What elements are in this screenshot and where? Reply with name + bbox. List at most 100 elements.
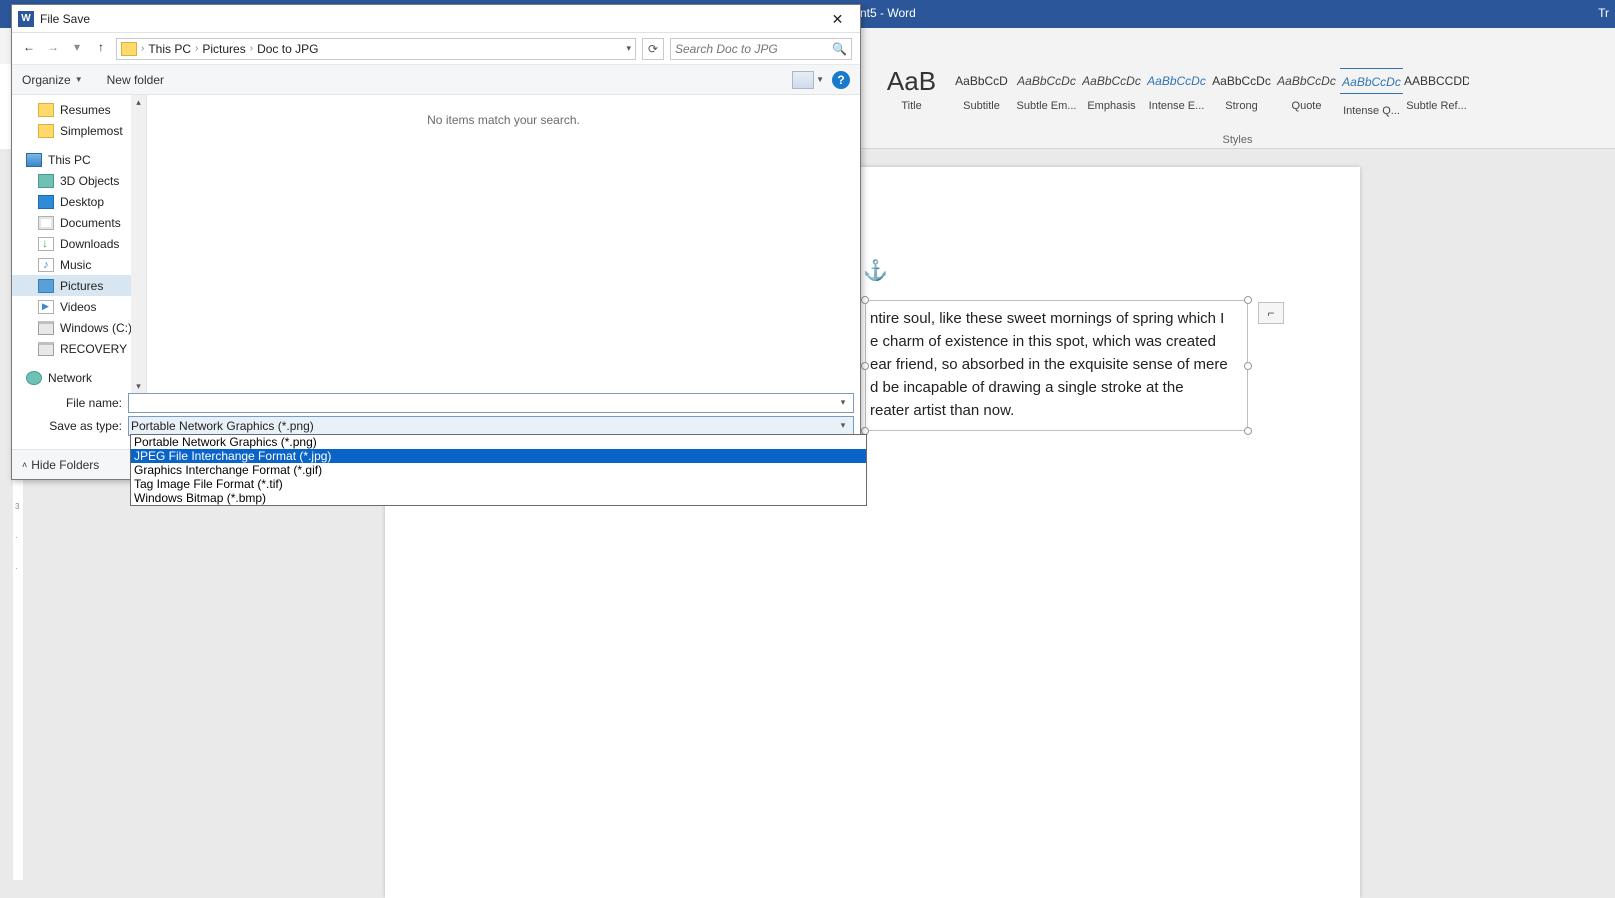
chevron-down-icon[interactable]: ▾ [835,420,851,431]
tree-item-this-pc[interactable]: This PC [12,149,146,170]
resize-handle[interactable] [1244,296,1252,304]
new-folder-label: New folder [107,73,164,87]
tree-item-3d-objects[interactable]: 3D Objects [12,170,146,191]
style-subtitle[interactable]: AaBbCcDSubtitle [949,68,1014,117]
breadcrumb[interactable]: This PC [148,42,191,56]
down-icon [38,237,54,251]
chevron-down-icon: ▼ [75,75,83,84]
drive-icon [38,342,54,356]
tree-item-documents[interactable]: Documents [12,212,146,233]
tree-item-label: Videos [60,300,96,314]
pc-icon [26,153,42,167]
tree-item-label: 3D Objects [60,174,119,188]
type-option[interactable]: Windows Bitmap (*.bmp) [131,491,866,505]
navigation-tree[interactable]: Resumes Simplemost This PC 3D Objects Deskto… [12,95,147,393]
resize-handle[interactable] [1244,362,1252,370]
hide-folders-button[interactable]: Hide Folders [31,458,99,472]
saveastype-label: Save as type: [18,419,128,433]
filename-label: File name: [18,396,128,410]
frame-text: ntire soul, like these sweet mornings of… [866,301,1247,426]
search-input[interactable] [675,42,832,56]
filename-input[interactable] [131,396,835,410]
chevron-right-icon: › [195,43,198,54]
folder-icon [38,103,54,117]
tree-item-videos[interactable]: Videos [12,296,146,317]
view-button[interactable] [792,71,814,89]
address-bar[interactable]: › This PC › Pictures › Doc to JPG ▾ [116,38,636,60]
pics-icon [38,279,54,293]
resize-handle[interactable] [861,296,869,304]
styles-gallery: AaBTitleAaBbCcDSubtitleAaBbCcDcSubtle Em… [860,64,1615,149]
tree-item-label: This PC [48,153,91,167]
tree-item-music[interactable]: ♪Music [12,254,146,275]
style-name: Subtle Em... [1014,100,1079,112]
dialog-body: Resumes Simplemost This PC 3D Objects Deskto… [12,95,860,393]
tree-item-simplemost[interactable]: Simplemost [12,120,146,141]
breadcrumb[interactable]: Doc to JPG [257,42,318,56]
3d-icon [38,174,54,188]
tree-item-label: Pictures [60,279,103,293]
folder-icon [121,42,137,56]
style-preview: AaBbCcDc [1340,68,1403,94]
dialog-toolbar: Organize ▼ New folder ▼ ? [12,65,860,95]
chevron-down-icon[interactable]: ▼ [816,75,824,84]
type-option[interactable]: Portable Network Graphics (*.png) [131,435,866,449]
type-option[interactable]: Tag Image File Format (*.tif) [131,477,866,491]
tree-item-label: Desktop [60,195,104,209]
saveastype-dropdown[interactable]: Portable Network Graphics (*.png)JPEG Fi… [130,434,867,506]
organize-button[interactable]: Organize ▼ [22,73,83,87]
chevron-down-icon[interactable]: ▾ [835,397,851,408]
word-icon: W [18,11,34,27]
search-box[interactable]: 🔍 [670,38,852,60]
chevron-right-icon: › [141,43,144,54]
tree-item-pictures[interactable]: Pictures [12,275,146,296]
search-icon[interactable]: 🔍 [832,42,847,56]
style-name: Title [874,100,949,112]
text-frame[interactable]: ntire soul, like these sweet mornings of… [865,300,1248,431]
layout-options-button[interactable]: ⌐ [1258,302,1284,324]
folder-icon [38,124,54,138]
tree-item-label: Simplemost [60,124,123,138]
style-name: Subtitle [949,100,1014,112]
frame-line: ntire soul, like these sweet mornings of… [870,307,1243,330]
nav-back-button[interactable]: ← [20,40,38,58]
style-emphasis[interactable]: AaBbCcDcEmphasis [1079,68,1144,117]
resize-handle[interactable] [1244,427,1252,435]
style-subtle-em-[interactable]: AaBbCcDcSubtle Em... [1014,68,1079,117]
nav-forward-button[interactable]: → [44,40,62,58]
close-button[interactable]: ✕ [815,5,860,32]
tree-item-resumes[interactable]: Resumes [12,99,146,120]
tree-item-desktop[interactable]: Desktop [12,191,146,212]
saveastype-combo[interactable]: Portable Network Graphics (*.png) ▾ [128,416,854,436]
resize-handle[interactable] [861,362,869,370]
refresh-button[interactable]: ⟳ [642,38,664,60]
type-option[interactable]: JPEG File Interchange Format (*.jpg) [131,449,866,463]
style-subtle-ref-[interactable]: AABBCCDDSubtle Ref... [1404,68,1469,117]
style-quote[interactable]: AaBbCcDcQuote [1274,68,1339,117]
docs-icon [38,216,54,230]
frame-line: ear friend, so absorbed in the exquisite… [870,353,1243,376]
style-preview: AaB [874,68,949,94]
saveastype-value: Portable Network Graphics (*.png) [131,419,314,433]
nav-recent-button[interactable]: ▾ [68,40,86,58]
organize-label: Organize [22,73,71,87]
tree-scrollbar[interactable]: ▴ ▾ [131,95,146,393]
tree-item-recovery-d-[interactable]: RECOVERY (D:) [12,338,146,359]
new-folder-button[interactable]: New folder [107,73,164,87]
address-dropdown-icon[interactable]: ▾ [626,43,631,54]
style-strong[interactable]: AaBbCcDcStrong [1209,68,1274,117]
breadcrumb[interactable]: Pictures [202,42,245,56]
tree-item-network[interactable]: Network [12,367,146,388]
style-title[interactable]: AaB Title [874,68,949,117]
style-intense-q-[interactable]: AaBbCcDcIntense Q... [1339,68,1404,117]
tree-item-downloads[interactable]: Downloads [12,233,146,254]
help-button[interactable]: ? [832,71,850,89]
style-name: Intense E... [1144,100,1209,112]
type-option[interactable]: Graphics Interchange Format (*.gif) [131,463,866,477]
filename-combo[interactable]: ▾ [128,393,854,413]
frame-line: d be incapable of drawing a single strok… [870,376,1243,399]
nav-up-button[interactable]: ↑ [92,40,110,58]
scroll-up-icon[interactable]: ▴ [131,95,146,109]
tree-item-windows-c-[interactable]: Windows (C:) [12,317,146,338]
style-intense-e-[interactable]: AaBbCcDcIntense E... [1144,68,1209,117]
